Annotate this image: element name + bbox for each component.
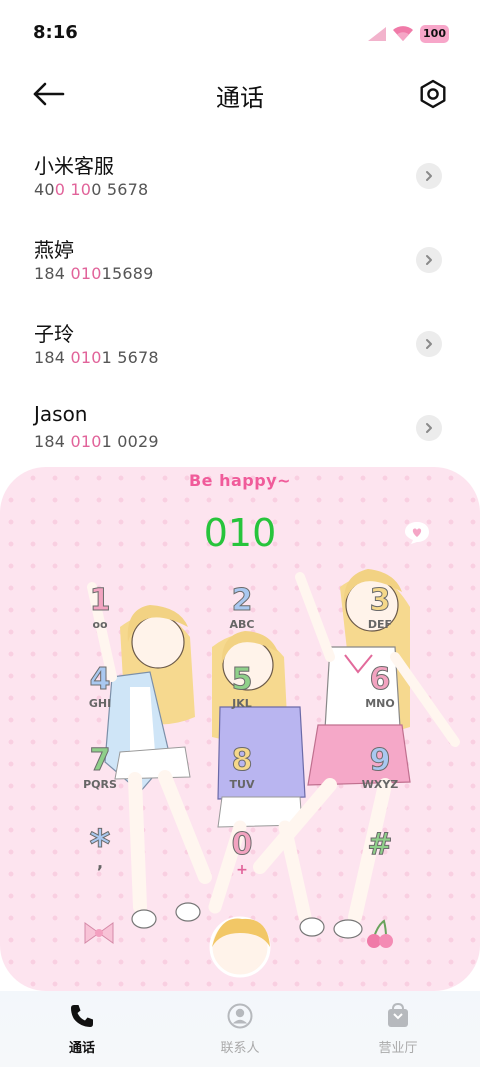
bottom-navigation: 通话 联系人 营业厅 [0, 991, 480, 1067]
contact-number: 184 0101 0029 [34, 432, 159, 451]
contact-name: 子玲 [34, 322, 74, 346]
chevron-right-icon [426, 339, 432, 349]
dial-key-2[interactable]: 2 ABC [212, 584, 272, 631]
theme-slogan: Be happy~ [188, 471, 292, 490]
dial-key-9[interactable]: 9 WXYZ [350, 744, 410, 791]
contact-row[interactable]: 子玲 184 0101 5678 [0, 302, 480, 386]
status-bar: 8:16 100 [0, 0, 480, 66]
bag-icon [388, 1003, 408, 1027]
top-app-bar: 通话 [0, 66, 480, 126]
chevron-right-icon [426, 255, 432, 265]
contact-number: 184 01015689 [34, 264, 154, 283]
dial-key-7[interactable]: 7 PQRS [70, 744, 130, 791]
phone-icon [71, 1005, 93, 1027]
battery-indicator: 100 [420, 25, 449, 43]
dial-key-4[interactable]: 4 GHI [70, 663, 130, 710]
contact-detail-button[interactable] [416, 415, 442, 441]
contact-name: 燕婷 [34, 238, 74, 262]
person-icon [227, 1003, 253, 1029]
cellular-signal-icon [368, 27, 386, 41]
contact-row[interactable]: Jason 184 0101 0029 [0, 386, 480, 470]
cherry-icon[interactable] [364, 919, 396, 949]
dial-key-1[interactable]: 1 oo [70, 584, 130, 631]
contact-detail-button[interactable] [416, 247, 442, 273]
pink-bow-icon[interactable] [82, 920, 116, 946]
chevron-right-icon [426, 423, 432, 433]
chevron-right-icon [426, 171, 432, 181]
contact-number: 184 0101 5678 [34, 348, 159, 367]
contact-detail-button[interactable] [416, 331, 442, 357]
tab-service-hall[interactable]: 营业厅 [348, 1001, 448, 1056]
dial-key-hash[interactable]: # [350, 828, 410, 861]
settings-hexagon-icon[interactable] [417, 78, 449, 110]
dial-key-6[interactable]: 6 MNO [350, 663, 410, 710]
dial-key-0[interactable]: 0 + [212, 828, 272, 878]
dialpad-panel: Be happy~ 010 1 oo 2 ABC 3 DEF 4 GHI 5 J… [0, 467, 480, 991]
dial-key-5[interactable]: 5 JKL [212, 663, 272, 710]
contact-name: 小米客服 [34, 154, 114, 178]
tab-contacts[interactable]: 联系人 [190, 1001, 290, 1056]
contact-name: Jason [34, 402, 88, 426]
dial-key-star[interactable]: *, [70, 825, 130, 873]
contact-row[interactable]: 燕婷 184 01015689 [0, 218, 480, 302]
tab-calls[interactable]: 通话 [32, 1001, 132, 1056]
status-time: 8:16 [33, 22, 78, 43]
heart-bubble-icon [405, 522, 429, 544]
page-title: 通话 [216, 84, 264, 112]
wifi-icon [393, 26, 413, 41]
dial-key-8[interactable]: 8 TUV [212, 744, 272, 791]
contact-number: 400 100 5678 [34, 180, 149, 199]
contact-detail-button[interactable] [416, 163, 442, 189]
contact-row[interactable]: 小米客服 400 100 5678 [0, 134, 480, 218]
dial-key-3[interactable]: 3 DEF [350, 584, 410, 631]
